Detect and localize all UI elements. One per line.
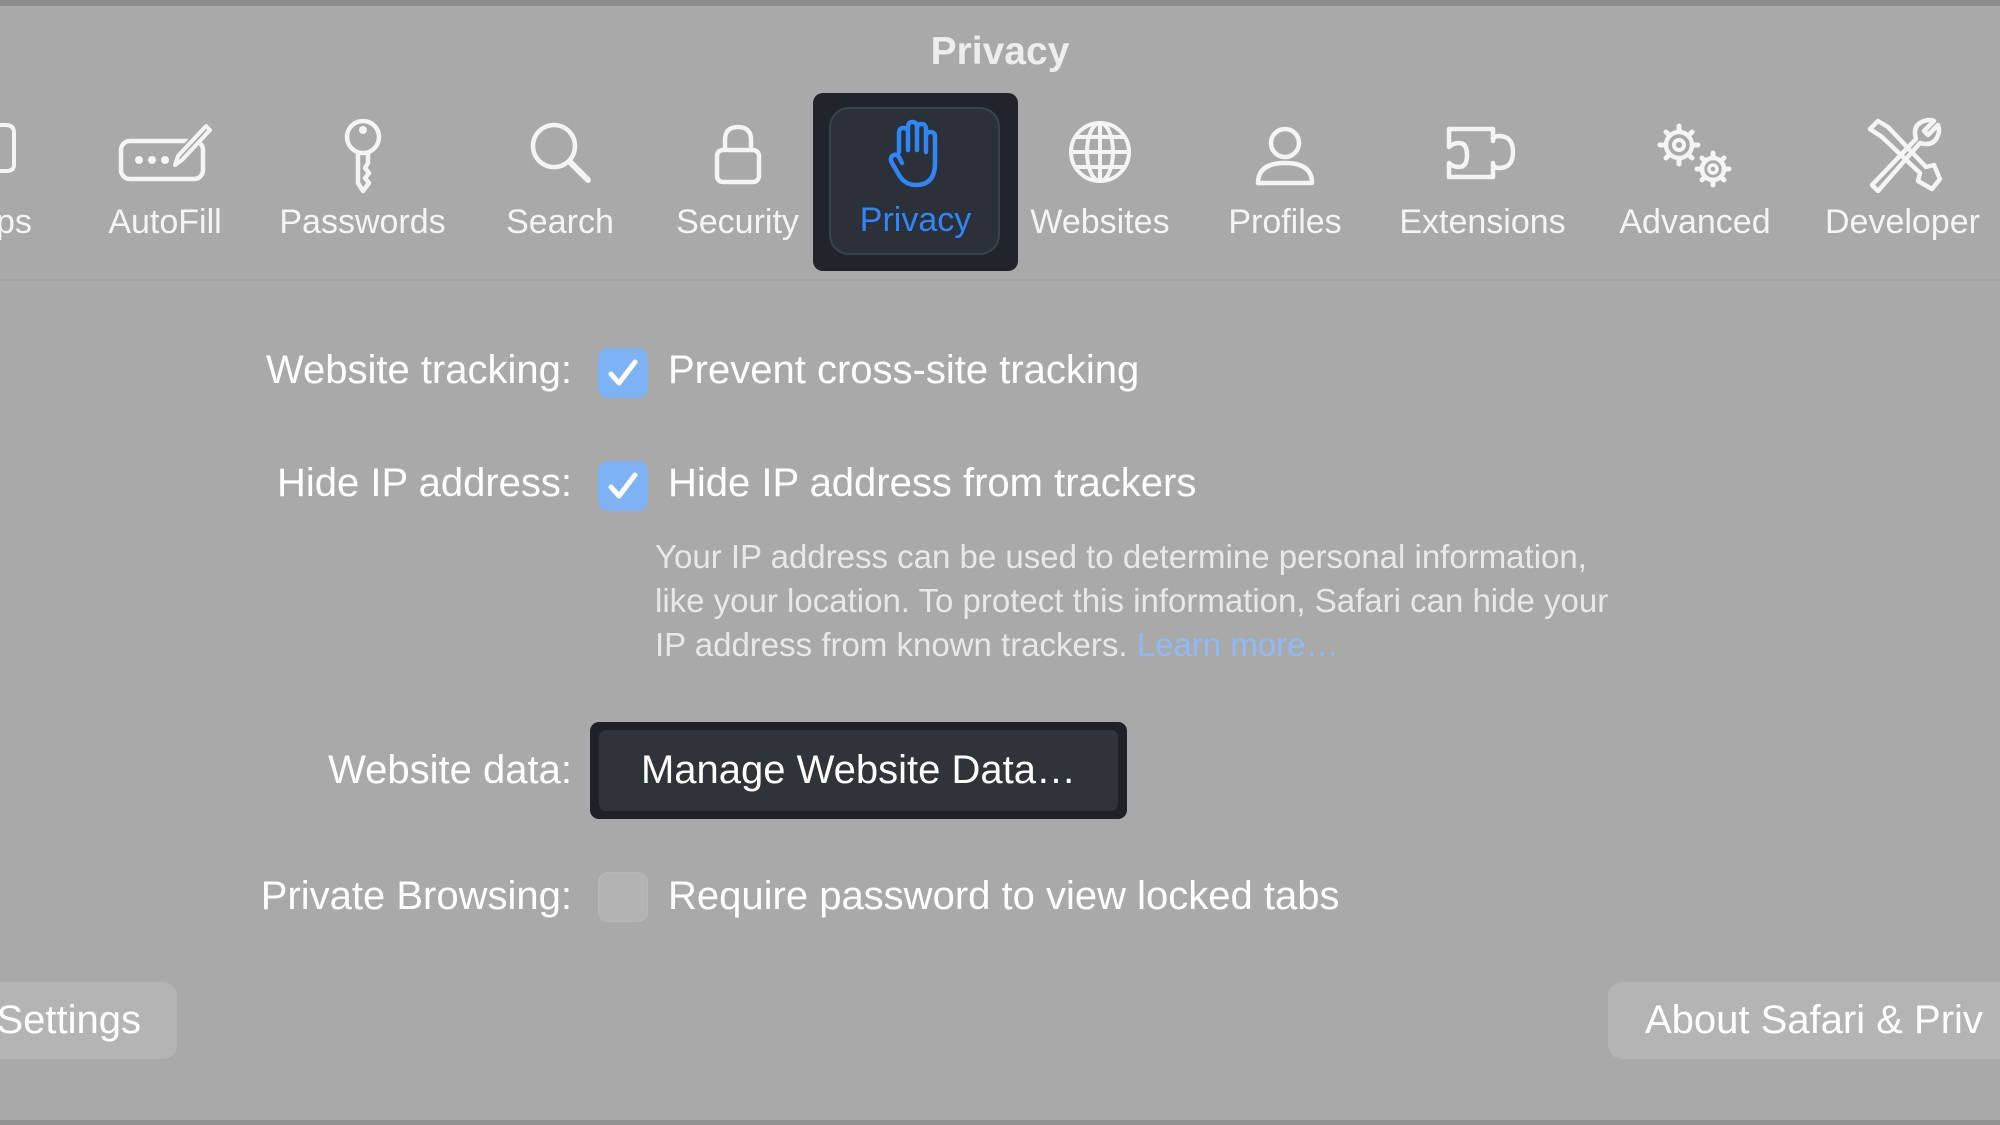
website-data-label: Website data:: [328, 748, 572, 792]
checkmark-icon: [608, 472, 638, 499]
tab-label: Search: [506, 203, 614, 241]
tab-label: ps: [0, 203, 32, 241]
window-bottom-edge: [0, 1120, 2000, 1125]
tab-label: Websites: [1030, 203, 1170, 241]
tab-label: Passwords: [279, 203, 446, 241]
checkmark-icon: [608, 359, 638, 386]
tab-search[interactable]: Search: [490, 95, 630, 275]
tab-label: Privacy: [859, 201, 972, 239]
learn-more-link[interactable]: Learn more…: [1137, 626, 1339, 663]
person-icon: [1254, 125, 1316, 192]
tab-profiles[interactable]: Profiles: [1210, 95, 1360, 275]
hide-ip-description: Your IP address can be used to determine…: [655, 535, 1785, 667]
tab-label: Developer: [1825, 203, 1980, 241]
globe-icon: [1067, 119, 1133, 190]
tab-label: Security: [676, 203, 799, 241]
description-line: like your location. To protect this info…: [655, 582, 1609, 619]
window-title: Privacy: [930, 30, 1070, 73]
tab-extensions[interactable]: Extensions: [1390, 95, 1575, 275]
prevent-tracking-checkbox[interactable]: [598, 348, 648, 398]
hand-icon: [888, 119, 944, 194]
tools-icon: [1864, 117, 1942, 198]
tab-tabs[interactable]: ps: [0, 95, 40, 275]
tab-privacy[interactable]: Privacy: [813, 93, 1018, 271]
autofill-icon: [117, 119, 213, 190]
puzzle-icon: [1443, 119, 1523, 190]
hide-ip-label: Hide IP address:: [277, 461, 572, 505]
tab-advanced[interactable]: Advanced: [1610, 95, 1780, 275]
tabs-icon: [0, 119, 22, 180]
website-tracking-label: Website tracking:: [265, 348, 572, 392]
tab-passwords[interactable]: Passwords: [265, 95, 460, 275]
require-password-option[interactable]: Require password to view locked tabs: [668, 874, 1339, 919]
description-line: Your IP address can be used to determine…: [655, 538, 1587, 575]
magnifier-icon: [527, 119, 593, 190]
toolbar-divider: [0, 279, 2000, 281]
hide-ip-checkbox[interactable]: [598, 461, 648, 511]
tab-label: Profiles: [1228, 203, 1342, 241]
manage-website-data-button[interactable]: Manage Website Data…: [590, 722, 1127, 819]
description-line: IP address from known trackers. Learn mo…: [655, 623, 1785, 667]
tab-autofill[interactable]: AutoFill: [95, 95, 235, 275]
lock-icon: [713, 123, 763, 190]
about-safari-privacy-button[interactable]: About Safari & Priv: [1608, 982, 2000, 1059]
private-browsing-label: Private Browsing:: [260, 874, 572, 918]
tab-label: Advanced: [1619, 203, 1771, 241]
tab-security[interactable]: Security: [665, 95, 810, 275]
prevent-tracking-option[interactable]: Prevent cross-site tracking: [668, 348, 1139, 393]
gears-icon: [1651, 119, 1739, 196]
require-password-checkbox[interactable]: [598, 872, 648, 922]
settings-button[interactable]: Settings: [0, 982, 177, 1059]
tab-label: AutoFill: [108, 203, 222, 241]
hide-ip-option[interactable]: Hide IP address from trackers: [668, 461, 1196, 506]
description-text: IP address from known trackers.: [655, 626, 1128, 663]
key-icon: [340, 117, 386, 202]
tab-developer[interactable]: Developer: [1810, 95, 1995, 275]
tab-websites[interactable]: Websites: [1020, 95, 1180, 275]
tab-label: Extensions: [1399, 203, 1566, 241]
manage-website-data-label: Manage Website Data…: [599, 730, 1118, 811]
window-top-edge: [0, 0, 2000, 6]
